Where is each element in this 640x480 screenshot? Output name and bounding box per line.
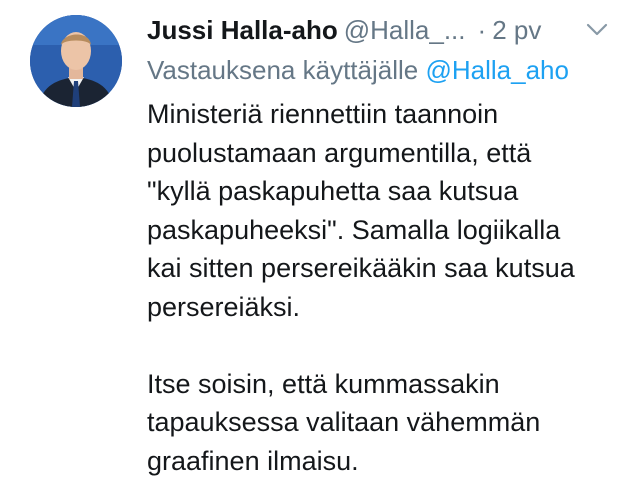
tweet-paragraph-2: Itse soisin, että kummassakin tapauksess…: [147, 365, 627, 480]
text-line: persereiäksi.: [147, 288, 627, 327]
tweet[interactable]: Jussi Halla-aho@Halla_... ·2 pv Vastaukse…: [0, 0, 640, 455]
paragraph-spacer: [147, 326, 627, 365]
author-name[interactable]: Jussi Halla-aho: [147, 15, 338, 45]
avatar[interactable]: [30, 15, 122, 107]
text-line: tapauksessa valitaan vähemmän: [147, 403, 627, 442]
separator-dot: ·: [478, 15, 487, 45]
text-line: "kyllä paskapuhetta saa kutsua: [147, 172, 627, 211]
text-line: Itse soisin, että kummassakin: [147, 365, 627, 404]
text-line: paskapuheeksi". Samalla logiikalla: [147, 211, 627, 250]
text-line: kai sitten persereikääkin saa kutsua: [147, 249, 627, 288]
tweet-text: Ministeriä riennettiin taannoin puolusta…: [147, 95, 627, 480]
reply-context: Vastauksena käyttäjälle @Halla_aho: [147, 50, 569, 90]
timestamp[interactable]: 2 pv: [492, 15, 541, 45]
text-line: graafinen ilmaisu.: [147, 442, 627, 480]
text-line: Ministeriä riennettiin taannoin: [147, 95, 627, 134]
chevron-down-icon[interactable]: [584, 17, 610, 43]
avatar-image: [30, 15, 122, 107]
reply-mention-link[interactable]: @Halla_aho: [425, 55, 568, 85]
tweet-paragraph-1: Ministeriä riennettiin taannoin puolusta…: [147, 95, 627, 326]
tweet-header: Jussi Halla-aho@Halla_... ·2 pv: [147, 10, 617, 50]
reply-prefix: Vastauksena käyttäjälle: [147, 55, 418, 85]
text-line: puolustamaan argumentilla, että: [147, 134, 627, 173]
author-handle[interactable]: @Halla_...: [344, 15, 466, 45]
